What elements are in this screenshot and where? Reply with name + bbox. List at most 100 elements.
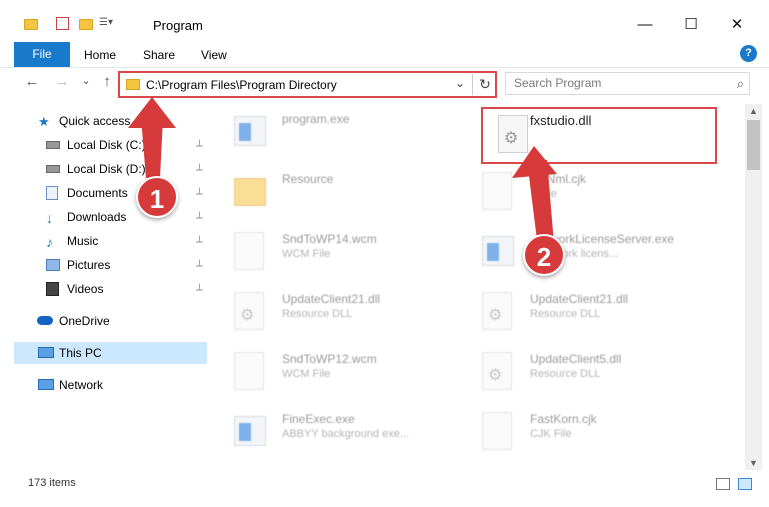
list-item[interactable]: SndToWP12.wcm WCM File (218, 344, 458, 400)
list-item[interactable]: ⚙ UpdateClient5.dll Resource DLL (466, 344, 706, 400)
exe-file-icon (482, 232, 520, 272)
cloud-icon (37, 316, 53, 325)
maximize-button[interactable]: ☐ (676, 14, 706, 36)
address-divider (472, 74, 473, 95)
tab-share[interactable]: Share (143, 48, 175, 62)
help-icon[interactable]: ? (740, 45, 757, 62)
file-name: UpdateClient21.dll (282, 292, 381, 306)
sidebar-item-label: Music (67, 234, 99, 248)
dll-file-icon: ⚙ (482, 352, 520, 392)
details-view-icon[interactable] (716, 478, 730, 490)
folder-icon (24, 17, 38, 31)
scrollbar-thumb[interactable] (747, 120, 760, 170)
navigation-pane: ★ Quick access Local Disk (C:) ⟂ Local D… (0, 104, 216, 474)
search-input[interactable]: Search Program ⌕ (505, 72, 750, 95)
item-count: 173 items (28, 477, 76, 489)
chevron-down-icon[interactable]: ⌄ (455, 76, 465, 90)
pin-icon[interactable]: ⟂ (196, 138, 203, 149)
list-item[interactable]: Resource (218, 164, 458, 220)
file-name: Resource (282, 172, 334, 186)
list-item[interactable]: FineExec.exe ABBYY background exe... (218, 404, 458, 460)
customize-toolbar-icon[interactable]: ☰▾ (99, 17, 113, 31)
list-item[interactable]: SndToWP14.wcm WCM File (218, 224, 458, 280)
tab-view[interactable]: View (201, 48, 227, 62)
exe-file-icon (234, 412, 272, 452)
file-name: SndToWP12.wcm (282, 352, 377, 366)
scroll-down-icon[interactable]: ▼ (749, 458, 758, 468)
new-folder-icon[interactable] (79, 17, 93, 31)
list-item[interactable]: ...etworkLicenseServer.exe ...network li… (466, 224, 706, 280)
sidebar-item-local-disk-c[interactable]: Local Disk (C:) ⟂ (14, 134, 220, 156)
forward-button[interactable]: → (52, 73, 72, 90)
folder-icon (234, 172, 272, 212)
sidebar-item-quick-access[interactable]: ★ Quick access (14, 110, 220, 132)
scroll-up-icon[interactable]: ▲ (749, 106, 758, 116)
drive-icon (46, 141, 60, 149)
file-icon (234, 232, 272, 272)
file-name: UpdateClient21.dll (530, 292, 629, 306)
search-icon[interactable]: ⌕ (737, 76, 744, 92)
list-item[interactable]: ...dNml.cjk ...File (466, 164, 706, 220)
sidebar-item-onedrive[interactable]: OneDrive (14, 310, 220, 332)
annotation-badge-2: 2 (523, 234, 565, 276)
sidebar-item-label: Network (59, 378, 104, 392)
file-name: ...dNml.cjk (530, 172, 587, 186)
tab-home[interactable]: Home (84, 48, 116, 62)
sidebar-item-videos[interactable]: Videos ⟂ (14, 278, 220, 300)
file-name: program.exe (282, 112, 350, 126)
file-type: Resource DLL (282, 308, 353, 320)
large-icons-view-icon[interactable] (738, 478, 752, 490)
list-item[interactable]: program.exe (218, 104, 458, 160)
file-type: WCM File (282, 248, 331, 260)
network-icon (38, 379, 54, 390)
sidebar-item-music[interactable]: ♪ Music ⟂ (14, 230, 220, 252)
vertical-scrollbar[interactable]: ▲ ▼ (745, 104, 762, 470)
pin-icon[interactable]: ⟂ (196, 258, 203, 269)
list-item[interactable]: ⚙ UpdateClient21.dll Resource DLL (218, 284, 458, 340)
exe-file-icon (234, 112, 272, 152)
annotation-badge-1: 1 (136, 176, 178, 218)
documents-icon (46, 186, 58, 200)
sidebar-item-label: Downloads (67, 210, 127, 224)
sidebar-item-documents[interactable]: Documents ⟂ (14, 182, 220, 204)
sidebar-item-this-pc[interactable]: This PC (14, 342, 207, 364)
pictures-icon (46, 259, 60, 271)
sidebar-item-pictures[interactable]: Pictures ⟂ (14, 254, 220, 276)
address-path: C:\Program Files\Program Directory (146, 78, 337, 92)
properties-icon[interactable] (56, 17, 70, 31)
pin-icon[interactable]: ⟂ (196, 162, 203, 173)
minimize-button[interactable]: — (630, 14, 660, 36)
sidebar-item-downloads[interactable]: ↓ Downloads ⟂ (14, 206, 220, 228)
sidebar-item-label: OneDrive (59, 314, 110, 328)
dll-file-icon: ⚙ (234, 292, 272, 332)
sidebar-item-label: Documents (67, 186, 128, 200)
pin-icon[interactable]: ⟂ (196, 234, 203, 245)
close-button[interactable]: ✕ (722, 14, 752, 36)
list-item[interactable]: FastKorn.cjk CJK File (466, 404, 706, 460)
pin-icon[interactable]: ⟂ (196, 282, 203, 293)
download-icon: ↓ (46, 210, 53, 226)
pin-icon[interactable]: ⟂ (196, 210, 203, 221)
file-name: FineExec.exe (282, 412, 355, 426)
address-bar[interactable]: C:\Program Files\Program Directory ⌄ ↻ (118, 71, 497, 98)
sidebar-item-label: Videos (67, 282, 104, 296)
sidebar-item-label: Local Disk (D:) (67, 162, 146, 176)
file-type: ...File (530, 188, 557, 200)
sidebar-item-label: This PC (59, 346, 102, 360)
sidebar-item-label: Quick access (59, 114, 131, 128)
back-button[interactable]: ← (22, 73, 42, 90)
up-button[interactable]: ↑ (97, 73, 117, 90)
pin-icon[interactable]: ⟂ (196, 186, 203, 197)
file-type: ABBYY background exe... (282, 428, 409, 440)
refresh-icon[interactable]: ↻ (476, 75, 494, 93)
list-item[interactable]: ⚙ UpdateClient21.dll Resource DLL (466, 284, 706, 340)
file-type: CJK File (530, 428, 572, 440)
file-type: Resource DLL (530, 308, 601, 320)
tab-file[interactable]: File (14, 42, 70, 67)
sidebar-item-network[interactable]: Network (14, 374, 220, 396)
dll-file-icon: ⚙ (482, 292, 520, 332)
recent-locations-button[interactable]: ⌄ (76, 74, 96, 87)
file-icon (482, 412, 520, 452)
videos-icon (46, 282, 59, 296)
sidebar-item-local-disk-d[interactable]: Local Disk (D:) ⟂ (14, 158, 220, 180)
